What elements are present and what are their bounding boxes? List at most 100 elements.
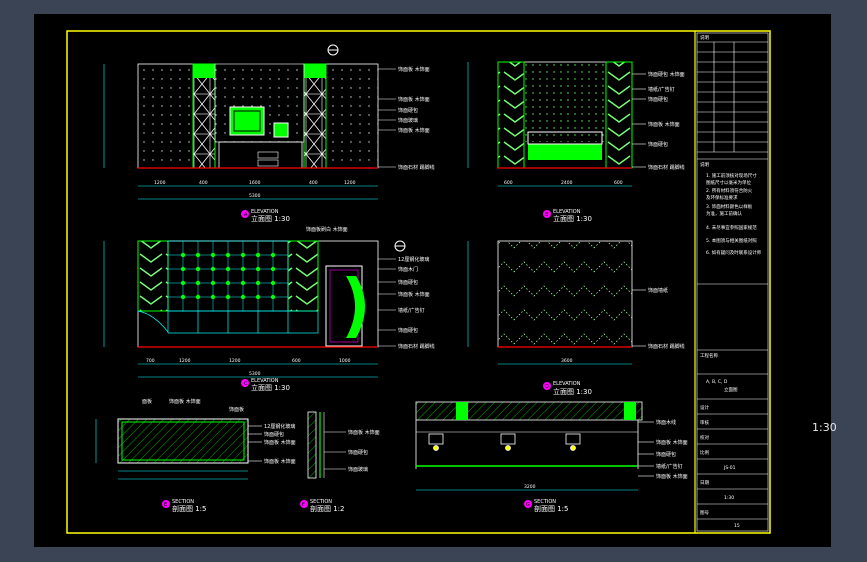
section-f: 饰面板 木饰面饰面硬包饰面玻璃 F SECTION 剖面图 1:2: [300, 411, 380, 513]
svg-text:饰面石材 踢脚线: 饰面石材 踢脚线: [648, 164, 685, 171]
svg-text:饰面板 木饰面: 饰面板 木饰面: [398, 96, 430, 103]
svg-text:饰面石材 踢脚线: 饰面石材 踢脚线: [398, 343, 435, 350]
svg-text:400: 400: [309, 180, 318, 186]
svg-text:5. 本图须与相关图纸对照: 5. 本图须与相关图纸对照: [706, 237, 757, 244]
svg-text:3. 饰面材料颜色以样板: 3. 饰面材料颜色以样板: [706, 203, 753, 210]
svg-text:E: E: [164, 502, 167, 508]
elev-d-caption-en: ELEVATION: [553, 381, 581, 387]
viewport-scale-label: 1:30: [812, 421, 837, 434]
title-block-sheet-label: 图号: [700, 510, 709, 516]
svg-text:饰面板刷白 木饰面: 饰面板刷白 木饰面: [306, 226, 348, 233]
tv-cabinet: [218, 141, 303, 169]
svg-text:2400: 2400: [561, 180, 573, 186]
title-block-project-label: 工程名称: [700, 352, 718, 359]
elev-b-panel-right: [605, 61, 633, 169]
svg-text:饰面石材 踢脚线: 饰面石材 踢脚线: [398, 164, 435, 171]
svg-text:审核: 审核: [700, 419, 709, 426]
speaker: [273, 122, 289, 138]
section-g: 饰面木线饰面板 木饰面饰面硬包 墙纸/广告钉饰面板 木饰面 3200 G SEC…: [415, 401, 688, 513]
svg-text:饰面硬包: 饰面硬包: [264, 431, 284, 438]
svg-text:600: 600: [292, 358, 301, 364]
svg-text:饰面板 木饰面: 饰面板 木饰面: [264, 439, 296, 446]
elev-c-sofa: [137, 310, 319, 334]
svg-text:饰面板 木饰面: 饰面板 木饰面: [656, 473, 688, 480]
svg-text:饰面板 木饰面: 饰面板 木饰面: [398, 66, 430, 73]
section-e: 面板 饰面板 木饰面饰面板 12厘钢化玻璃饰面硬包饰面板 木饰面饰面板 木饰面 E…: [95, 398, 296, 513]
elev-c-panel-right: [287, 240, 319, 312]
title-block: [696, 32, 769, 532]
elev-b-dotted-wall: [524, 62, 606, 142]
svg-text:墙纸/广告钉: 墙纸/广告钉: [656, 463, 683, 470]
svg-text:饰面板 木饰面: 饰面板 木饰面: [169, 398, 201, 405]
elev-d-wall: [497, 240, 633, 348]
svg-text:饰面板 木饰面: 饰面板 木饰面: [348, 429, 380, 436]
title-block-drawing-no: JS-01: [723, 465, 736, 471]
svg-text:墙纸/广告钉: 墙纸/广告钉: [398, 307, 425, 314]
section-g-caption-cn: 剖面图 1:5: [534, 504, 569, 513]
elevation-a: 饰面板 木饰面饰面板 木饰面 饰面硬包饰面玻璃 饰面板 木饰面饰面石材 踢脚线 …: [103, 44, 435, 223]
section-e-caption-cn: 剖面图 1:5: [172, 504, 207, 513]
elev-a-wall-right: [325, 63, 379, 169]
svg-text:饰面石材 踢脚线: 饰面石材 踢脚线: [648, 343, 685, 350]
svg-text:校对: 校对: [700, 434, 709, 441]
title-block-top-label: 说明: [700, 34, 709, 41]
svg-text:B: B: [545, 212, 549, 218]
svg-text:400: 400: [199, 180, 208, 186]
svg-text:6. 如有疑问及时联系设计师: 6. 如有疑问及时联系设计师: [706, 249, 762, 256]
elev-a-column-left: [192, 63, 216, 169]
svg-text:饰面板 木饰面: 饰面板 木饰面: [656, 439, 688, 446]
svg-text:1200: 1200: [179, 358, 191, 364]
svg-text:日期: 日期: [700, 480, 709, 486]
elevation-b: 饰面硬包 木饰面墙纸/广告钉 饰面硬包饰面板 木饰面 饰面硬包饰面石材 踢脚线 …: [467, 61, 685, 223]
svg-text:饰面玻璃: 饰面玻璃: [348, 466, 368, 473]
elev-c-grid-panel: [167, 240, 289, 312]
svg-text:1200: 1200: [229, 358, 241, 364]
svg-text:700: 700: [146, 358, 155, 364]
svg-text:C: C: [244, 381, 248, 387]
svg-text:A: A: [244, 212, 248, 218]
svg-text:4. 未尽事宜参照国家规范: 4. 未尽事宜参照国家规范: [706, 224, 757, 231]
svg-text:3200: 3200: [524, 484, 536, 490]
svg-text:饰面玻璃: 饰面玻璃: [398, 117, 418, 124]
svg-text:5300: 5300: [249, 193, 261, 199]
downlights: [428, 433, 581, 451]
elev-a-wall-left: [137, 63, 194, 169]
svg-text:墙纸/广告钉: 墙纸/广告钉: [648, 86, 675, 93]
svg-text:600: 600: [504, 180, 513, 186]
svg-text:1200: 1200: [154, 180, 166, 186]
svg-text:饰面硬包: 饰面硬包: [648, 96, 668, 103]
svg-text:饰面硬包 木饰面: 饰面硬包 木饰面: [648, 71, 685, 78]
headboard: [528, 144, 602, 160]
svg-text:饰面木线: 饰面木线: [656, 419, 676, 426]
svg-text:G: G: [526, 502, 530, 508]
svg-text:设计: 设计: [700, 404, 709, 411]
title-block-drawing-code: A, B, C, D: [706, 379, 728, 385]
elev-d-caption-cn: 立面图 1:30: [553, 387, 592, 396]
svg-text:D: D: [545, 384, 549, 390]
svg-text:1600: 1600: [249, 180, 261, 186]
title-block-sheet-value: 15: [734, 523, 740, 529]
elev-b-caption-cn: 立面图 1:30: [553, 214, 592, 223]
drawing-sheet: 饰面板 木饰面 饰面板 木饰面 饰面硬包 饰面玻璃 饰面板 木饰面 饰面石材 踢脚线 …: [34, 14, 831, 547]
section-f-caption-cn: 剖面图 1:2: [310, 504, 345, 513]
elev-c-caption-cn: 立面图 1:30: [251, 383, 290, 392]
svg-text:饰面板: 饰面板: [229, 406, 244, 413]
elev-c-panel-left: [137, 240, 169, 312]
svg-text:饰面硬包: 饰面硬包: [656, 451, 676, 458]
title-block-notes-label: 说明: [700, 161, 709, 168]
elevation-d: 饰面墙纸饰面石材 踢脚线 3600 D ELEVATION 立面图 1:30: [467, 240, 685, 396]
svg-text:1. 施工前须核对现场尺寸: 1. 施工前须核对现场尺寸: [706, 172, 757, 179]
svg-text:面板: 面板: [142, 398, 152, 405]
svg-text:12厘钢化玻璃: 12厘钢化玻璃: [264, 423, 295, 430]
elev-a-column-right: [303, 63, 327, 169]
svg-text:为准，施工前确认: 为准，施工前确认: [706, 210, 742, 217]
svg-text:1000: 1000: [339, 358, 351, 364]
svg-text:饰面硬包: 饰面硬包: [348, 449, 368, 456]
svg-text:饰面板 木饰面: 饰面板 木饰面: [398, 127, 430, 134]
svg-text:饰面硬包: 饰面硬包: [398, 327, 418, 334]
svg-text:600: 600: [614, 180, 623, 186]
svg-text:饰面硬包: 饰面硬包: [398, 279, 418, 286]
svg-text:3600: 3600: [561, 358, 573, 364]
svg-text:12厘钢化玻璃: 12厘钢化玻璃: [398, 256, 429, 263]
elev-b-panel-left: [497, 61, 525, 169]
